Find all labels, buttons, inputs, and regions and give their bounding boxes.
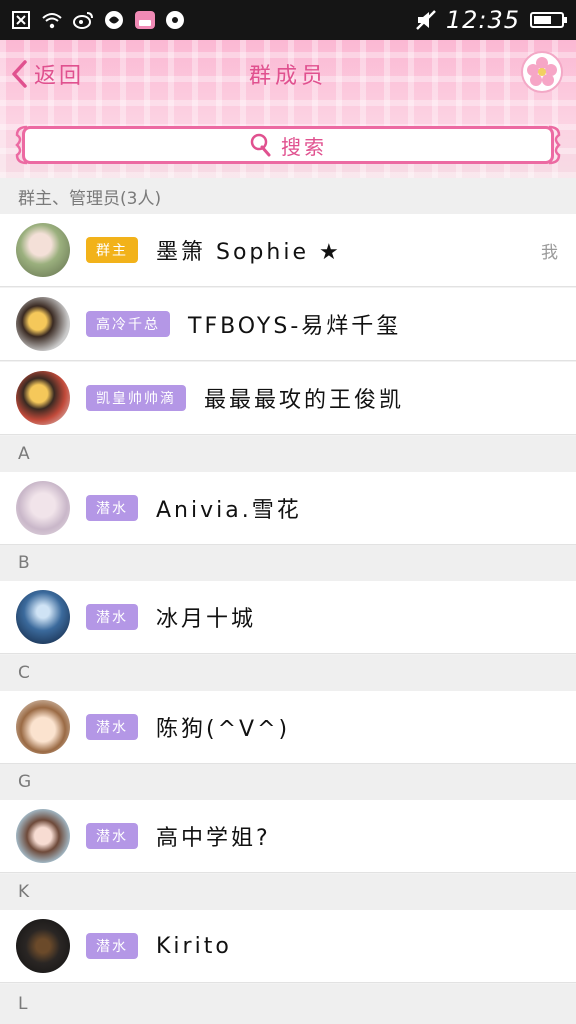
member-row[interactable]: 凯皇帅帅滴 最最最攻的王俊凯 [0, 362, 576, 435]
flower-menu-icon[interactable] [520, 50, 564, 94]
role-badge: 潜水 [86, 604, 138, 630]
role-badge: 潜水 [86, 495, 138, 521]
role-badge: 群主 [86, 237, 138, 263]
member-name: Kirito [156, 933, 232, 959]
member-row[interactable]: 潜水 高中学姐? [0, 800, 576, 873]
member-row[interactable]: 潜水 陈狗(^V^) [0, 691, 576, 764]
section-letter: L [18, 994, 28, 1014]
app-swirl-icon [103, 9, 125, 31]
role-badge: 潜水 [86, 714, 138, 740]
search-bar[interactable]: 搜索 [15, 125, 561, 165]
section-header-letter: L [0, 984, 576, 1024]
member-name: 最最最攻的王俊凯 [204, 388, 405, 413]
section-label: 群主、管理员(3人) [18, 188, 162, 209]
section-letter: K [18, 882, 30, 902]
search-bar-decoration-icon [15, 125, 28, 165]
member-name: 陈狗(^V^) [156, 717, 291, 742]
wifi-icon [41, 9, 63, 31]
member-name: 高中学姐? [156, 826, 271, 851]
section-header-letter: B [0, 545, 576, 581]
section-letter: G [18, 772, 32, 792]
close-box-icon [10, 9, 32, 31]
member-name: 墨箫 Sophie ★ [156, 240, 342, 265]
avatar [16, 919, 70, 973]
section-letter: C [18, 663, 30, 683]
section-header-letter: G [0, 764, 576, 800]
section-header-letter: K [0, 874, 576, 910]
member-row[interactable]: 潜水 Anivia.雪花 [0, 472, 576, 545]
mute-icon [414, 9, 436, 31]
search-bar-decoration-icon [548, 125, 561, 165]
member-row[interactable]: 高冷千总 TFBOYS-易烊千玺 [0, 288, 576, 361]
role-badge: 高冷千总 [86, 311, 170, 337]
role-badge: 潜水 [86, 823, 138, 849]
section-letter: B [18, 553, 30, 573]
status-bar: 12:35 [0, 0, 576, 40]
self-indicator: 我 [541, 242, 558, 263]
member-row[interactable]: 潜水 Kirito [0, 910, 576, 983]
member-row[interactable]: 潜水 冰月十城 [0, 581, 576, 654]
search-icon [250, 133, 271, 157]
disc-alert-icon [165, 9, 187, 31]
avatar [16, 297, 70, 351]
search-label: 搜索 [281, 134, 327, 159]
section-header-letter: A [0, 436, 576, 472]
avatar [16, 223, 70, 277]
member-name: TFBOYS-易烊千玺 [188, 314, 402, 339]
member-name: 冰月十城 [156, 607, 257, 632]
role-badge: 潜水 [86, 933, 138, 959]
status-time: 12:35 [445, 6, 520, 34]
battery-icon [530, 12, 567, 28]
page-title: 群成员 [248, 64, 327, 89]
member-name: Anivia.雪花 [156, 498, 302, 523]
tv-app-icon [134, 9, 156, 31]
header: 返回 群成员 搜索 [0, 40, 576, 178]
avatar [16, 700, 70, 754]
avatar [16, 371, 70, 425]
section-header-admins: 群主、管理员(3人) [0, 178, 576, 214]
avatar [16, 590, 70, 644]
section-header-letter: C [0, 655, 576, 691]
avatar [16, 809, 70, 863]
section-letter: A [18, 444, 30, 464]
member-row[interactable]: 群主 墨箫 Sophie ★ 我 [0, 214, 576, 287]
weibo-icon [72, 9, 94, 31]
avatar [16, 481, 70, 535]
role-badge: 凯皇帅帅滴 [86, 385, 186, 411]
